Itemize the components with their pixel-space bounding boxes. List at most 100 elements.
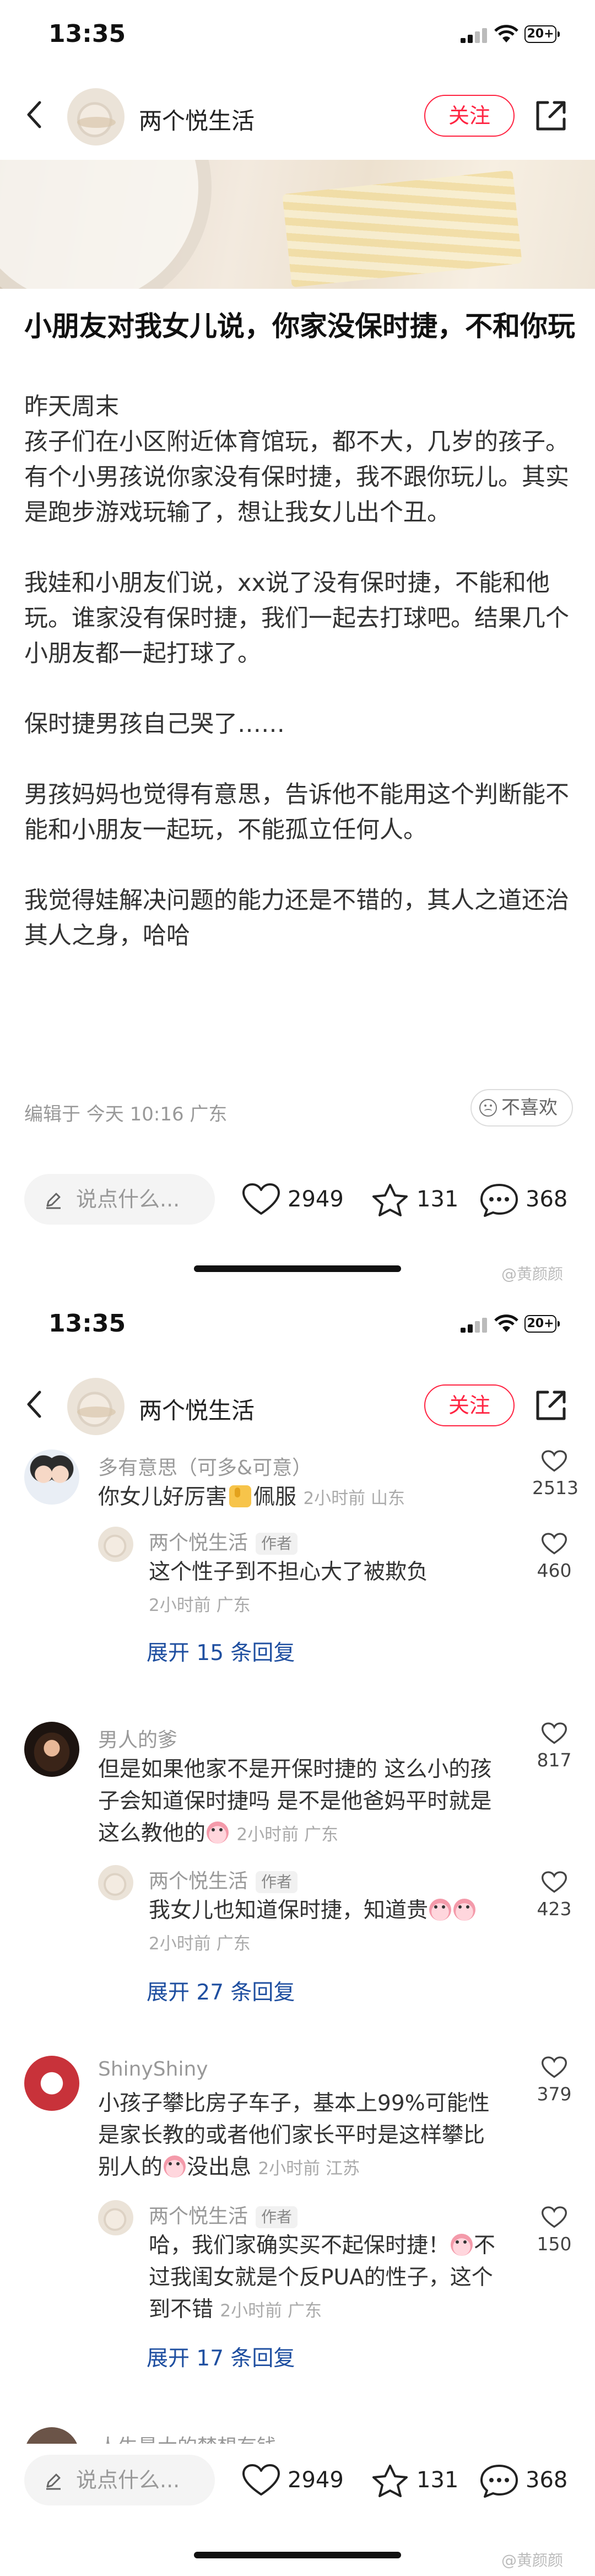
follow-button[interactable]: 关注 bbox=[424, 95, 515, 137]
collect-count: 131 bbox=[416, 2467, 459, 2493]
comment-text-tail: 没出息 bbox=[187, 2155, 252, 2180]
laughing-emoji bbox=[451, 2234, 473, 2256]
like-button[interactable]: 2949 bbox=[241, 2457, 346, 2503]
dislike-button[interactable]: 不喜欢 bbox=[470, 1089, 573, 1127]
nav-bar: 两个悦生活 关注 bbox=[0, 1372, 595, 1438]
battery-icon: 20+ bbox=[524, 25, 560, 43]
heart-icon bbox=[541, 2206, 567, 2228]
commenter-name[interactable]: 多有意思（可多&可意） bbox=[98, 1452, 312, 1480]
comment-text-content: 你女儿好厉害 bbox=[98, 1485, 228, 1510]
pencil-icon bbox=[46, 1193, 61, 1209]
comment-input[interactable]: 说点什么... bbox=[24, 1174, 215, 1225]
reply-like-button[interactable]: 460 bbox=[532, 1532, 576, 1581]
comment-like-button[interactable]: 379 bbox=[532, 2056, 576, 2105]
commenter-avatar[interactable] bbox=[24, 1449, 79, 1505]
comment-input[interactable]: 说点什么... bbox=[24, 2455, 215, 2505]
thumbs-up-emoji bbox=[229, 1485, 252, 1507]
comment-item: 多有意思（可多&可意） 你女儿好厉害 佩服 2小时前 山东 2513 两个悦生活作… bbox=[0, 1449, 595, 1670]
reply-text[interactable]: 这个性子到不担心大了被欺负 2小时前 广东 bbox=[149, 1556, 479, 1621]
star-icon bbox=[372, 2465, 408, 2497]
comment-time: 2小时前 广东 bbox=[236, 1825, 338, 1845]
laughing-emoji bbox=[429, 1899, 452, 1921]
reply-text[interactable]: 我女儿也知道保时捷，知道贵 2小时前 广东 bbox=[149, 1895, 490, 1960]
heart-icon bbox=[541, 1450, 567, 1472]
status-bar: 13:35 20+ bbox=[0, 0, 595, 74]
reply-name-text: 两个悦生活 bbox=[149, 1532, 248, 1554]
reply-like-count: 150 bbox=[537, 2233, 572, 2255]
reply-text-content: 哈，我们家确实买不起保时捷！ bbox=[149, 2233, 450, 2258]
heart-icon bbox=[541, 1871, 567, 1893]
expand-replies-link[interactable]: 展开 15 条回复 bbox=[147, 1636, 295, 1667]
like-button[interactable]: 2949 bbox=[241, 1176, 346, 1222]
wifi-icon bbox=[494, 25, 518, 42]
reply-time: 2小时前 广东 bbox=[149, 1596, 251, 1615]
commenter-avatar[interactable] bbox=[24, 2056, 79, 2111]
author-name[interactable]: 两个悦生活 bbox=[139, 1392, 255, 1426]
comment-like-button[interactable]: 2513 bbox=[532, 1449, 578, 1499]
reply-text[interactable]: 哈，我们家确实买不起保时捷！ 不过我闺女就是个反PUA的性子，这个到不错 2小时前… bbox=[149, 2230, 512, 2327]
comment-count: 368 bbox=[526, 2467, 568, 2493]
reply-name[interactable]: 两个悦生活 作者 bbox=[149, 1527, 298, 1555]
reply-name-text: 两个悦生活 bbox=[149, 2205, 248, 2228]
author-avatar[interactable] bbox=[67, 1378, 125, 1435]
cover-image[interactable] bbox=[0, 160, 595, 289]
collect-button[interactable]: 131 bbox=[370, 1176, 458, 1222]
reply-like-button[interactable]: 423 bbox=[532, 1871, 576, 1920]
comment-bubble-icon bbox=[480, 1184, 518, 1217]
comment-button[interactable]: 368 bbox=[479, 2457, 578, 2503]
author-avatar[interactable] bbox=[67, 88, 125, 145]
signal-icon bbox=[461, 1317, 487, 1333]
reply-like-count: 460 bbox=[537, 1560, 572, 1581]
comment-text[interactable]: 但是如果他家不是开保时捷的 这么小的孩子会知道保时捷吗 是不是他爸妈平时就是这么… bbox=[98, 1754, 495, 1851]
comment-text[interactable]: 小孩子攀比房子车子，基本上99%可能性是家长教的或者他们家长平时是这样攀比别人的… bbox=[98, 2088, 495, 2185]
author-name[interactable]: 两个悦生活 bbox=[139, 103, 255, 136]
dislike-label: 不喜欢 bbox=[501, 1097, 558, 1119]
follow-button[interactable]: 关注 bbox=[424, 1384, 515, 1426]
bottom-bar: 说点什么... 2949 131 368 bbox=[0, 2444, 595, 2515]
commenter-avatar[interactable] bbox=[24, 1722, 79, 1777]
share-icon[interactable] bbox=[530, 1384, 572, 1426]
comment-item: ShinyShiny 小孩子攀比房子车子，基本上99%可能性是家长教的或者他们家… bbox=[0, 2056, 595, 2371]
expand-replies-link[interactable]: 展开 17 条回复 bbox=[147, 2341, 295, 2372]
reply-text-content: 这个性子到不担心大了被欺负 bbox=[149, 1560, 429, 1585]
collect-button[interactable]: 131 bbox=[370, 2457, 458, 2503]
heart-icon bbox=[242, 1183, 280, 1215]
reply-avatar[interactable] bbox=[98, 2200, 133, 2235]
comment-bubble-icon bbox=[480, 2465, 518, 2498]
expand-replies-link[interactable]: 展开 27 条回复 bbox=[147, 1975, 295, 2006]
pencil-icon bbox=[46, 2473, 61, 2490]
reply-name[interactable]: 两个悦生活 作者 bbox=[149, 2200, 298, 2229]
status-bar: 13:35 20+ bbox=[0, 1290, 595, 1364]
comment-like-button[interactable]: 817 bbox=[532, 1722, 576, 1771]
home-indicator bbox=[194, 2552, 401, 2558]
back-icon[interactable] bbox=[22, 1387, 48, 1422]
reply-avatar[interactable] bbox=[98, 1527, 133, 1562]
reply-time: 2小时前 广东 bbox=[149, 1934, 251, 1954]
comment-text[interactable]: 你女儿好厉害 佩服 2小时前 山东 bbox=[98, 1481, 473, 1515]
heart-icon bbox=[242, 2464, 280, 2496]
wifi-icon bbox=[494, 1314, 518, 1332]
collect-count: 131 bbox=[416, 1187, 459, 1212]
reply-like-button[interactable]: 150 bbox=[532, 2206, 576, 2255]
screenshot-comments: 13:35 20+ 两个悦生活 关注 多有意思（可多&可意） 你女儿好厉害 佩服 … bbox=[0, 1290, 595, 2576]
comment-button[interactable]: 368 bbox=[479, 1176, 578, 1222]
reply-like-count: 423 bbox=[537, 1898, 572, 1920]
comment-time: 2小时前 山东 bbox=[303, 1489, 405, 1508]
signal-icon bbox=[461, 28, 487, 43]
reply-avatar[interactable] bbox=[98, 1865, 133, 1900]
bottom-bar: 说点什么... 2949 131 368 bbox=[0, 1163, 595, 1235]
commenter-name[interactable]: ShinyShiny bbox=[98, 2058, 208, 2081]
status-time: 13:35 bbox=[48, 20, 126, 48]
reply-name[interactable]: 两个悦生活 作者 bbox=[149, 1865, 298, 1894]
comment-like-count: 379 bbox=[537, 2083, 572, 2105]
share-icon[interactable] bbox=[530, 95, 572, 137]
comment-like-count: 2513 bbox=[532, 1477, 578, 1499]
heart-icon bbox=[541, 1722, 567, 1744]
battery-icon: 20+ bbox=[524, 1315, 560, 1333]
laughing-emoji bbox=[164, 2155, 186, 2178]
commenter-name[interactable]: 男人的爹 bbox=[98, 1724, 177, 1753]
back-icon[interactable] bbox=[22, 97, 48, 132]
laughing-emoji bbox=[453, 1899, 476, 1921]
comment-input-placeholder: 说点什么... bbox=[76, 2468, 180, 2492]
post-title: 小朋友对我女儿说，你家没保时捷，不和你玩 bbox=[24, 310, 575, 342]
